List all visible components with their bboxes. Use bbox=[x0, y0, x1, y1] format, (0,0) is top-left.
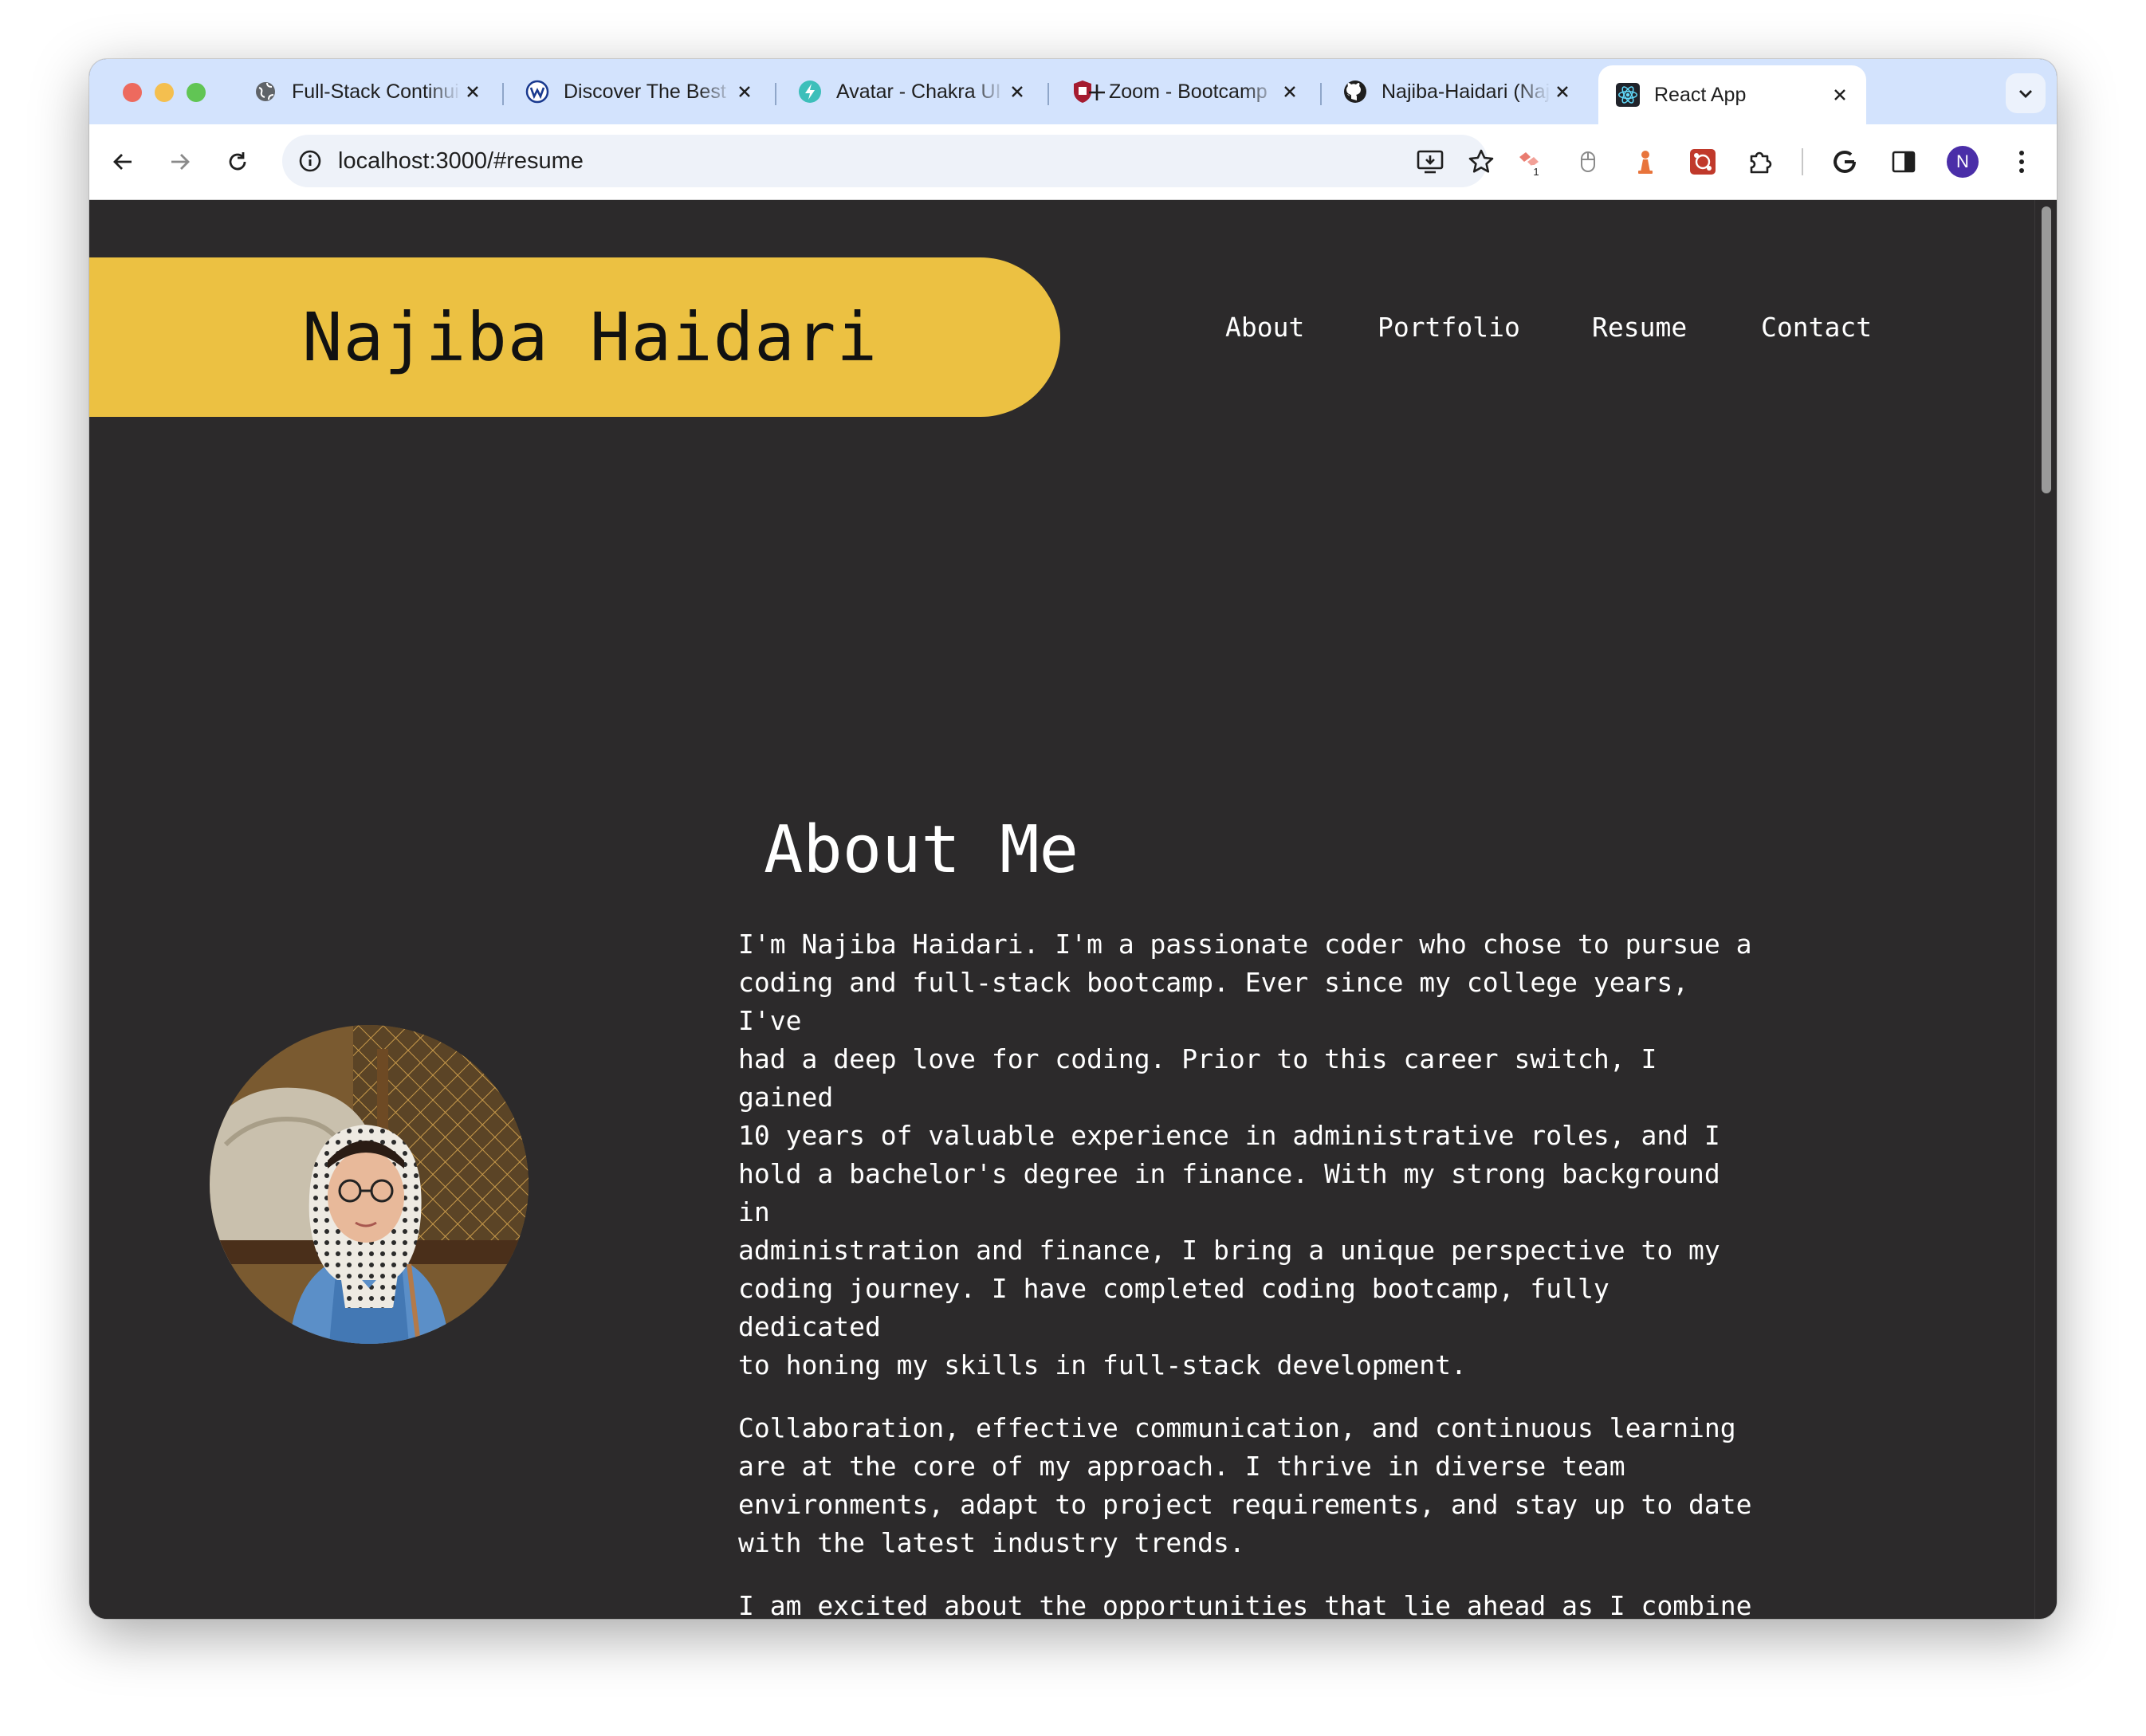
address-bar[interactable]: localhost:3000/#resume bbox=[282, 135, 1494, 187]
tab-title: Avatar - Chakra UI bbox=[836, 80, 1001, 103]
mouse-extension-icon[interactable] bbox=[1570, 144, 1606, 179]
site-name: Najiba Haidari bbox=[302, 298, 878, 376]
close-icon[interactable] bbox=[461, 80, 485, 104]
install-app-icon[interactable] bbox=[1416, 147, 1444, 176]
tab-github[interactable]: Najiba-Haidari (Najiba) bbox=[1326, 65, 1589, 118]
tab-divider bbox=[1320, 83, 1322, 105]
header-banner: Najiba Haidari bbox=[89, 257, 1060, 417]
about-paragraph: Collaboration, effective communication, … bbox=[738, 1412, 1752, 1558]
tab-divider bbox=[502, 83, 504, 105]
close-icon[interactable] bbox=[733, 80, 757, 104]
nav-contact[interactable]: Contact bbox=[1761, 312, 1872, 343]
bookmark-star-icon[interactable] bbox=[1467, 147, 1496, 176]
side-panel-icon[interactable] bbox=[1886, 144, 1921, 179]
extension-badge-count: 1 bbox=[1533, 166, 1539, 178]
browser-toolbar: localhost:3000/#resume 1 N bbox=[89, 124, 2057, 200]
tab-strip: Full-Stack Continuing Education Discover… bbox=[89, 59, 2057, 124]
close-icon[interactable] bbox=[1278, 80, 1302, 104]
minimize-window-button[interactable] bbox=[155, 83, 174, 102]
tab-full-stack[interactable]: Full-Stack Continuing Education bbox=[236, 65, 499, 118]
chess-extension-icon[interactable] bbox=[1628, 144, 1663, 179]
tab-title: Najiba-Haidari (Najiba) bbox=[1382, 80, 1551, 103]
tab-title: Zoom - Bootcamp bbox=[1109, 80, 1268, 103]
tab-react-app[interactable]: React App bbox=[1598, 65, 1866, 124]
chevron-down-icon bbox=[2019, 90, 2032, 98]
github-icon bbox=[1343, 80, 1367, 104]
scrollbar-thumb[interactable] bbox=[2042, 206, 2051, 493]
tab-divider bbox=[1047, 83, 1049, 105]
arrow-left-icon bbox=[113, 154, 132, 170]
page-content: Najiba Haidari About Portfolio Resume Co… bbox=[89, 200, 2034, 1619]
close-icon[interactable] bbox=[1005, 80, 1029, 104]
forward-button[interactable] bbox=[161, 143, 199, 181]
nav-about[interactable]: About bbox=[1225, 312, 1304, 343]
tab-title: Discover The Best bbox=[564, 80, 726, 103]
more-menu-icon[interactable] bbox=[2004, 144, 2039, 179]
page-scrollbar[interactable] bbox=[2034, 200, 2057, 1619]
close-icon[interactable] bbox=[1828, 83, 1852, 107]
tab-chakra[interactable]: Avatar - Chakra UI bbox=[780, 65, 1044, 118]
nav-portfolio[interactable]: Portfolio bbox=[1378, 312, 1520, 343]
about-heading: About Me bbox=[764, 812, 1079, 888]
profile-photo bbox=[210, 1025, 529, 1344]
reload-icon bbox=[229, 152, 246, 171]
chakra-icon bbox=[798, 80, 822, 104]
zoom-window-button[interactable] bbox=[187, 83, 206, 102]
about-paragraph: I am excited about the opportunities tha… bbox=[738, 1590, 1752, 1619]
plus-icon bbox=[1089, 84, 1105, 100]
tab-search-button[interactable] bbox=[2006, 73, 2046, 113]
profile-avatar[interactable]: N bbox=[1947, 146, 1979, 178]
toolbar-divider bbox=[1802, 148, 1803, 175]
google-icon[interactable] bbox=[1827, 144, 1862, 179]
browser-window: Full-Stack Continuing Education Discover… bbox=[89, 59, 2057, 1619]
close-icon[interactable] bbox=[1551, 80, 1574, 104]
about-paragraph: I'm Najiba Haidari. I'm a passionate cod… bbox=[738, 929, 1752, 1381]
screenshot-extension-icon[interactable] bbox=[1685, 144, 1720, 179]
nav-resume[interactable]: Resume bbox=[1592, 312, 1687, 343]
new-tab-button[interactable] bbox=[1081, 77, 1113, 108]
arrow-right-icon bbox=[171, 154, 190, 170]
back-button[interactable] bbox=[104, 143, 142, 181]
close-window-button[interactable] bbox=[123, 83, 142, 102]
about-text: I'm Najiba Haidari. I'm a passionate cod… bbox=[738, 925, 1767, 1619]
reload-button[interactable] bbox=[218, 143, 257, 181]
tab-discover[interactable]: Discover The Best bbox=[508, 65, 771, 118]
site-info-icon[interactable] bbox=[297, 147, 324, 175]
tab-title: Full-Stack Continuing Education bbox=[292, 80, 461, 103]
tab-divider bbox=[775, 83, 776, 105]
url-text[interactable]: localhost:3000/#resume bbox=[338, 135, 584, 187]
puzzle-icon[interactable] bbox=[1743, 144, 1778, 179]
webflow-icon bbox=[525, 80, 549, 104]
extension-badge-icon[interactable]: 1 bbox=[1513, 144, 1548, 179]
globe-icon bbox=[254, 80, 277, 104]
tab-title: React App bbox=[1654, 83, 1747, 106]
react-icon bbox=[1616, 83, 1640, 107]
